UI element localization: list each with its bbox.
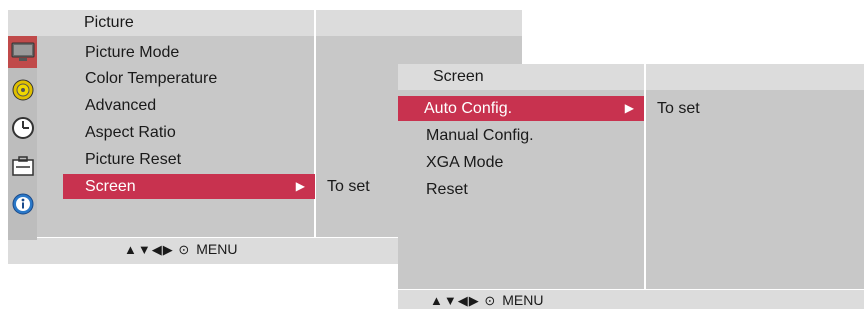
- menu-item-advanced[interactable]: Advanced: [79, 93, 315, 118]
- menu-label: MENU: [196, 241, 238, 257]
- info-icon[interactable]: [8, 188, 37, 220]
- screen-submenu-footer-line: [398, 289, 864, 290]
- menu-item-picture-mode[interactable]: Picture Mode: [79, 40, 315, 65]
- screen-value: To set: [327, 178, 370, 195]
- menu-label: MENU: [502, 292, 544, 308]
- monitor-icon[interactable]: [8, 36, 37, 68]
- screen-submenu-title: Screen: [433, 68, 484, 85]
- auto-config-value: To set: [657, 100, 700, 117]
- menu-item-label: Manual Config.: [426, 127, 534, 144]
- menu-item-aspect-ratio[interactable]: Aspect Ratio: [79, 120, 315, 145]
- picture-menu-nav-hint: ▲▼◀▶ ⊙ MENU: [124, 241, 237, 258]
- menu-item-label: XGA Mode: [426, 154, 504, 171]
- menu-item-screen[interactable]: Screen ▶: [63, 174, 315, 199]
- submenu-item-reset[interactable]: Reset: [420, 177, 644, 202]
- submenu-item-auto-config[interactable]: Auto Config. ▶: [398, 96, 644, 121]
- menu-item-color-temperature[interactable]: Color Temperature: [79, 66, 315, 91]
- picture-menu-title: Picture: [84, 14, 134, 31]
- menu-item-label: Auto Config.: [424, 100, 513, 117]
- submenu-item-manual-config[interactable]: Manual Config.: [420, 123, 644, 148]
- nav-arrows-icon: ▲▼◀▶ ⊙: [430, 293, 497, 308]
- menu-item-label: Advanced: [85, 97, 157, 114]
- menu-item-label: Screen: [85, 178, 136, 195]
- toolbox-icon[interactable]: [8, 150, 37, 182]
- menu-item-picture-reset[interactable]: Picture Reset: [79, 147, 315, 172]
- submenu-item-xga-mode[interactable]: XGA Mode: [420, 150, 644, 175]
- audio-disc-icon[interactable]: [8, 74, 37, 106]
- menu-item-label: Reset: [426, 181, 468, 198]
- screen-submenu-divider: [644, 64, 646, 309]
- menu-item-label: Picture Mode: [85, 44, 180, 61]
- nav-arrows-icon: ▲▼◀▶ ⊙: [124, 242, 191, 257]
- category-sidebar: [8, 36, 37, 240]
- menu-item-label: Aspect Ratio: [85, 124, 176, 141]
- submenu-arrow-icon: ▶: [624, 101, 634, 115]
- screen-submenu-nav-hint: ▲▼◀▶ ⊙ MENU: [430, 292, 543, 309]
- submenu-arrow-icon: ▶: [295, 179, 305, 193]
- menu-item-label: Picture Reset: [85, 151, 182, 168]
- clock-icon[interactable]: [8, 112, 37, 144]
- menu-item-label: Color Temperature: [85, 70, 218, 87]
